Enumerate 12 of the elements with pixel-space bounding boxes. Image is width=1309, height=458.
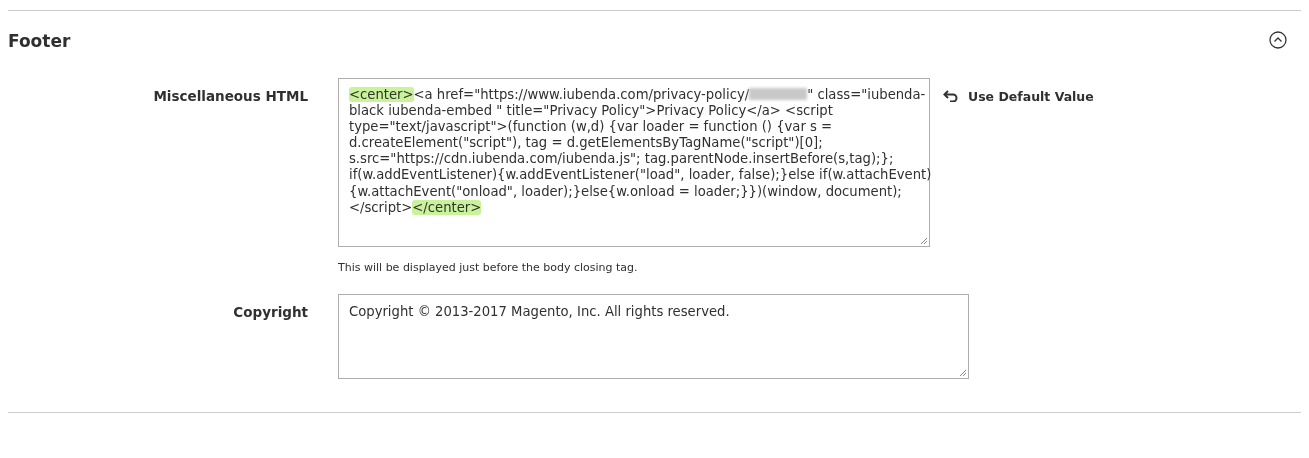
- redacted-block: [749, 88, 808, 100]
- field-note: This will be displayed just before the body closing tag.: [338, 261, 639, 274]
- field-label: Miscellaneous HTML: [152, 87, 308, 106]
- resize-grip-icon[interactable]: [959, 369, 967, 377]
- collapse-icon[interactable]: [1269, 31, 1287, 49]
- section-title[interactable]: Footer: [8, 31, 71, 51]
- text-area[interactable]: <center><a href="https://www.iubenda.com/privacy-policy/ " class="iubenda- black iubenda-embed " title="Privacy Policy">Privacy Policy</a> <script type="text/javascript">(function (w,d) {var loader = function () {var s = d.createElement("script"), tag = d.getElementsByTagName("script")[0]; s.src="https://cdn.iubenda.com/iubenda.js"; tag.parentNode.insertBefore(s,tag);}; if(w.addEventListener){w.addEventListener("load", loader, false);}else if(w.attachEvent) {w.attachEvent("onload", loader);}else{w.onload = loader;}})(window, document); </script></center>: [338, 78, 930, 247]
- field-label: Copyright: [232, 303, 308, 322]
- resize-grip-icon[interactable]: [920, 237, 928, 245]
- undo-icon: [943, 90, 959, 102]
- use-default-button[interactable]: Use Default Value: [943, 87, 1301, 105]
- text-area[interactable]: Copyright © 2013-2017 Magento, Inc. All rights reserved.: [338, 294, 969, 379]
